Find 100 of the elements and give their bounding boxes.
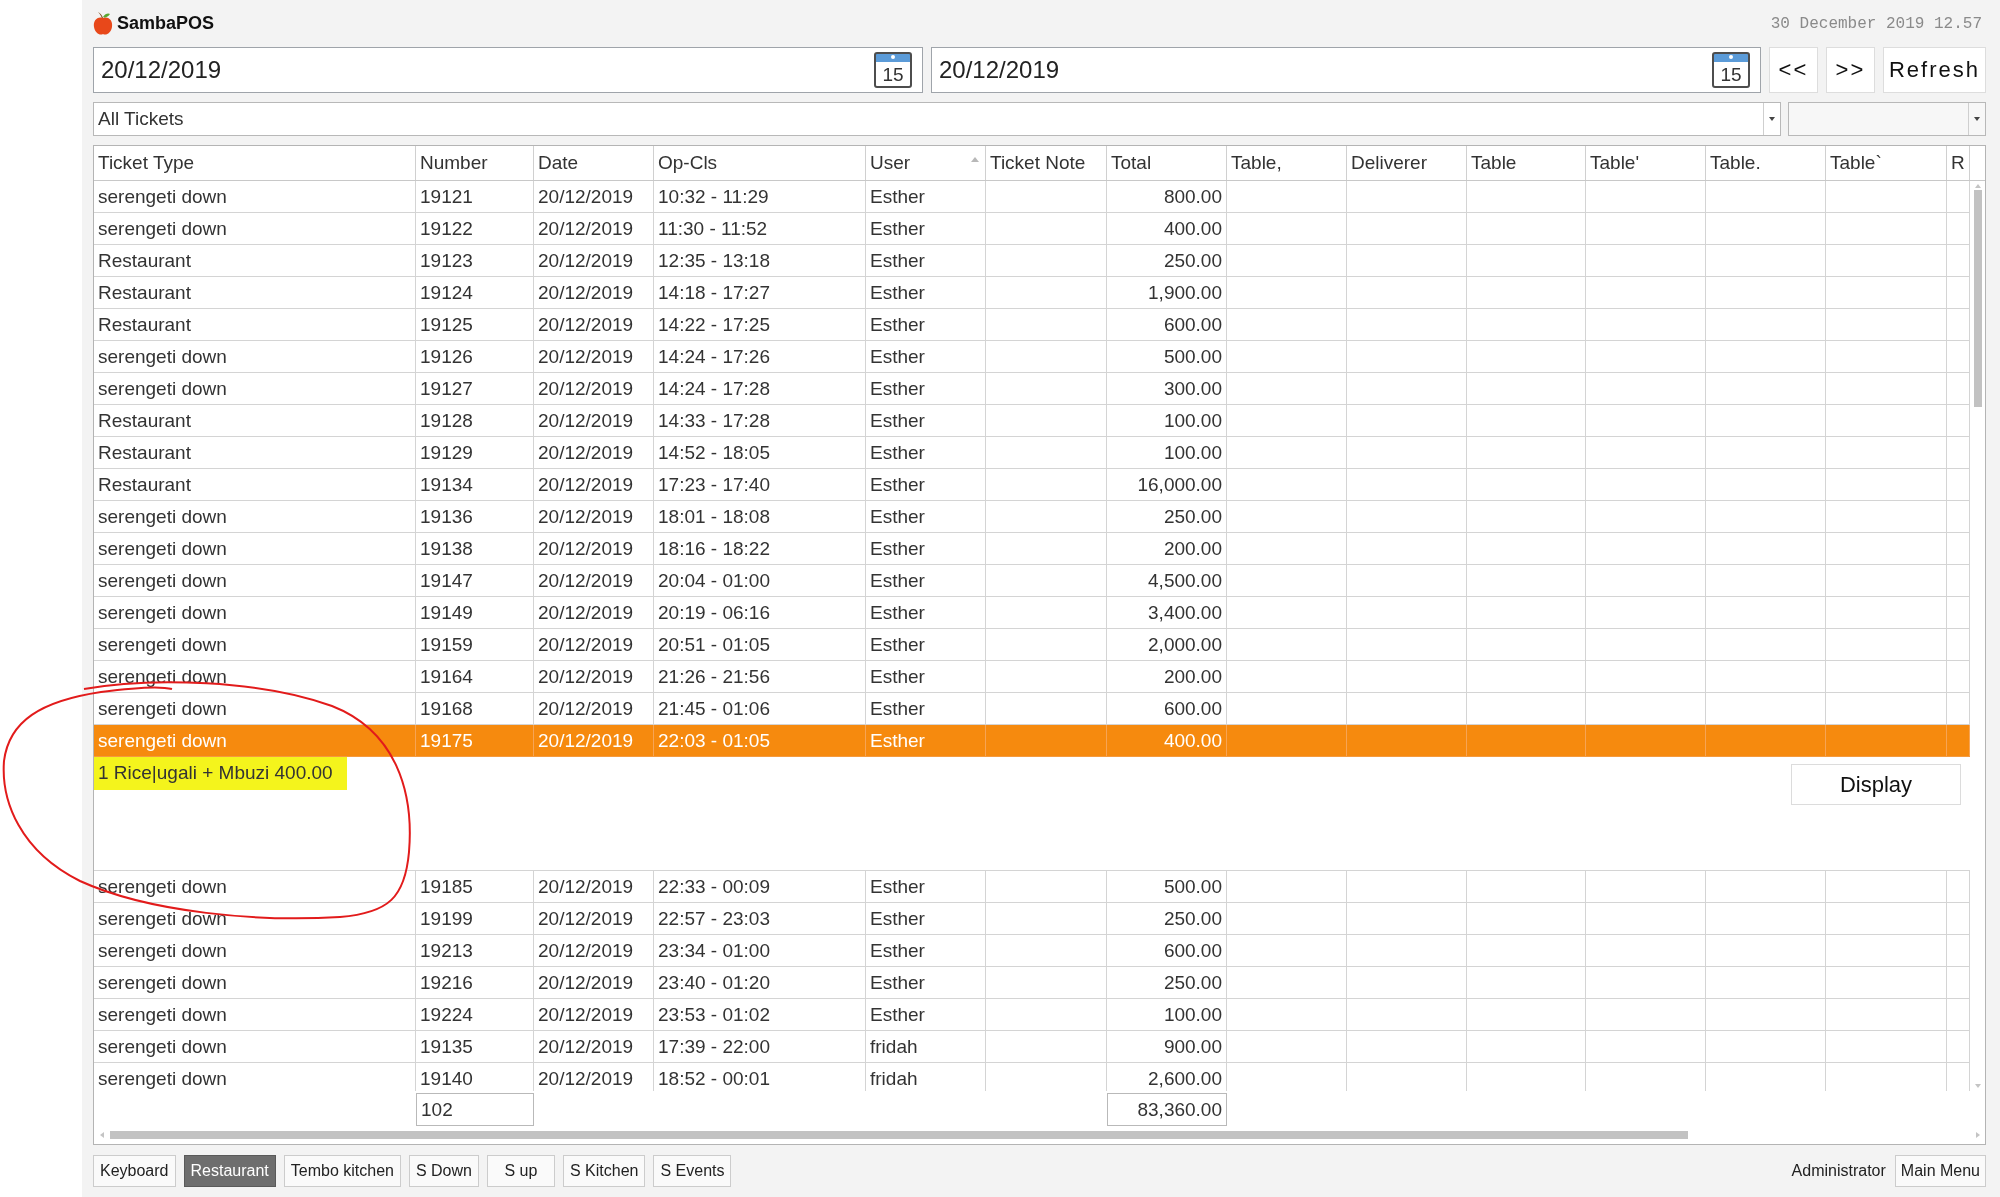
category-tab[interactable]: Tembo kitchen xyxy=(283,1155,401,1187)
table-row[interactable]: serengeti down 19224 20/12/2019 23:53 - 01:02 Esther 100.00 xyxy=(94,999,1970,1031)
table-cell: 20/12/2019 xyxy=(534,501,654,532)
table-cell: 20/12/2019 xyxy=(534,629,654,660)
table-row[interactable]: serengeti down 19159 20/12/2019 20:51 - 01:05 Esther 2,000.00 xyxy=(94,629,1970,661)
column-header[interactable]: Op-Cls xyxy=(654,146,866,180)
table-cell: 2,000.00 xyxy=(1107,629,1227,660)
table-row[interactable]: Restaurant 19128 20/12/2019 14:33 - 17:28 Esther 100.00 xyxy=(94,405,1970,437)
table-row[interactable]: serengeti down 19147 20/12/2019 20:04 - 01:00 Esther 4,500.00 xyxy=(94,565,1970,597)
table-row[interactable]: serengeti down 19149 20/12/2019 20:19 - 06:16 Esther 3,400.00 xyxy=(94,597,1970,629)
table-row[interactable]: serengeti down 19135 20/12/2019 17:39 - 22:00 fridah 900.00 xyxy=(94,1031,1970,1063)
nav-button[interactable]: >> xyxy=(1825,47,1875,93)
table-cell: 19121 xyxy=(416,181,534,212)
table-cell: serengeti down xyxy=(94,1063,416,1091)
column-header[interactable]: Table, xyxy=(1227,146,1347,180)
table-cell: Esther xyxy=(866,935,986,966)
column-header[interactable]: Date xyxy=(534,146,654,180)
table-cell: 19129 xyxy=(416,437,534,468)
table-cell: Restaurant xyxy=(94,245,416,276)
nav-button[interactable]: << xyxy=(1768,47,1818,93)
calendar-button[interactable]: 15 xyxy=(874,52,912,88)
table-cell: 20/12/2019 xyxy=(534,213,654,244)
category-tab[interactable]: Restaurant xyxy=(183,1155,276,1187)
column-header[interactable]: Table` xyxy=(1826,146,1947,180)
table-cell: 200.00 xyxy=(1107,533,1227,564)
category-tab[interactable]: S up xyxy=(486,1155,555,1187)
scroll-up-icon xyxy=(1974,184,1981,188)
date-field[interactable]: 20/12/2019 15 xyxy=(93,47,923,93)
table-row[interactable]: Restaurant 19123 20/12/2019 12:35 - 13:18 Esther 250.00 xyxy=(94,245,1970,277)
table-cell: 20/12/2019 xyxy=(534,405,654,436)
table-cell: Restaurant xyxy=(94,309,416,340)
column-header[interactable]: Ticket Type xyxy=(94,146,416,180)
table-row[interactable]: serengeti down 19126 20/12/2019 14:24 - 17:26 Esther 500.00 xyxy=(94,341,1970,373)
table-cell: serengeti down xyxy=(94,903,416,934)
column-header[interactable]: Table xyxy=(1467,146,1586,180)
column-header[interactable]: Table' xyxy=(1586,146,1706,180)
table-cell: 10:32 - 11:29 xyxy=(654,181,866,212)
display-button[interactable]: Display xyxy=(1791,764,1961,805)
table-cell: 20/12/2019 xyxy=(534,999,654,1030)
category-tab[interactable]: S Events xyxy=(653,1155,732,1187)
calendar-button[interactable]: 15 xyxy=(1711,52,1750,88)
table-row[interactable]: serengeti down 19138 20/12/2019 18:16 - 18:22 Esther 200.00 xyxy=(94,533,1970,565)
column-header[interactable]: User xyxy=(866,146,986,180)
table-cell: 19134 xyxy=(416,469,534,500)
table-row[interactable]: serengeti down 19122 20/12/2019 11:30 - 11:52 Esther 400.00 xyxy=(94,213,1970,245)
secondary-dropdown[interactable] xyxy=(1788,102,1986,136)
category-tab[interactable]: S Kitchen xyxy=(562,1155,646,1187)
column-header[interactable]: R xyxy=(1947,146,1970,180)
column-header[interactable]: Table. xyxy=(1706,146,1826,180)
table-cell: 20/12/2019 xyxy=(534,565,654,596)
scrollbar-thumb[interactable] xyxy=(110,1131,1688,1139)
table-row[interactable]: serengeti down 19121 20/12/2019 10:32 - 11:29 Esther 800.00 xyxy=(94,181,1970,213)
column-header[interactable]: Total xyxy=(1107,146,1227,180)
table-cell: 20/12/2019 xyxy=(534,1063,654,1091)
table-row[interactable]: serengeti down 19136 20/12/2019 18:01 - 18:08 Esther 250.00 xyxy=(94,501,1970,533)
column-header[interactable]: Number xyxy=(416,146,534,180)
table-cell: Esther xyxy=(866,725,986,756)
table-cell: 250.00 xyxy=(1107,501,1227,532)
column-header[interactable]: Deliverer xyxy=(1347,146,1467,180)
table-cell: Restaurant xyxy=(94,277,416,308)
table-row[interactable]: serengeti down 19185 20/12/2019 22:33 - 00:09 Esther 500.00 xyxy=(94,871,1970,903)
table-row[interactable]: serengeti down 19127 20/12/2019 14:24 - 17:28 Esther 300.00 xyxy=(94,373,1970,405)
nav-button[interactable]: Refresh xyxy=(1882,47,1986,93)
table-cell: 19123 xyxy=(416,245,534,276)
table-cell: Esther xyxy=(866,405,986,436)
table-cell: serengeti down xyxy=(94,501,416,532)
table-row[interactable]: serengeti down 19168 20/12/2019 21:45 - 01:06 Esther 600.00 xyxy=(94,693,1970,725)
table-cell: Esther xyxy=(866,967,986,998)
main-menu-button[interactable]: Main Menu xyxy=(1894,1155,1986,1187)
table-row[interactable]: Restaurant 19134 20/12/2019 17:23 - 17:40 Esther 16,000.00 xyxy=(94,469,1970,501)
table-row[interactable]: serengeti down 19213 20/12/2019 23:34 - 01:00 Esther 600.00 xyxy=(94,935,1970,967)
table-cell: 23:34 - 01:00 xyxy=(654,935,866,966)
table-cell: Restaurant xyxy=(94,437,416,468)
table-cell: 20/12/2019 xyxy=(534,693,654,724)
table-cell: 900.00 xyxy=(1107,1031,1227,1062)
table-row[interactable]: Restaurant 19124 20/12/2019 14:18 - 17:27 Esther 1,900.00 xyxy=(94,277,1970,309)
table-cell: 20/12/2019 xyxy=(534,309,654,340)
date-field[interactable]: 20/12/2019 15 xyxy=(931,47,1761,93)
table-cell: 600.00 xyxy=(1107,693,1227,724)
table-row[interactable]: serengeti down 19216 20/12/2019 23:40 - 01:20 Esther 250.00 xyxy=(94,967,1970,999)
table-cell: Esther xyxy=(866,597,986,628)
table-cell: 20/12/2019 xyxy=(534,469,654,500)
ticket-filter-dropdown[interactable]: All Tickets xyxy=(93,102,1781,136)
app-name: SambaPOS xyxy=(117,13,215,34)
category-tab[interactable]: Keyboard xyxy=(93,1155,176,1187)
scroll-down-icon xyxy=(1974,1084,1981,1088)
table-cell: Esther xyxy=(866,533,986,564)
table-row[interactable]: Restaurant 19129 20/12/2019 14:52 - 18:05 Esther 100.00 xyxy=(94,437,1970,469)
table-row[interactable]: serengeti down 19199 20/12/2019 22:57 - 23:03 Esther 250.00 xyxy=(94,903,1970,935)
table-cell: 16,000.00 xyxy=(1107,469,1227,500)
category-tab[interactable]: S Down xyxy=(408,1155,479,1187)
table-cell: serengeti down xyxy=(94,181,416,212)
table-cell: 250.00 xyxy=(1107,903,1227,934)
table-row[interactable]: Restaurant 19125 20/12/2019 14:22 - 17:25 Esther 600.00 xyxy=(94,309,1970,341)
table-cell: 3,400.00 xyxy=(1107,597,1227,628)
scrollbar-thumb[interactable] xyxy=(1973,190,1982,407)
table-cell: 18:16 - 18:22 xyxy=(654,533,866,564)
table-cell: 22:33 - 00:09 xyxy=(654,871,866,902)
table-cell: Esther xyxy=(866,871,986,902)
column-header[interactable]: Ticket Note xyxy=(986,146,1107,180)
